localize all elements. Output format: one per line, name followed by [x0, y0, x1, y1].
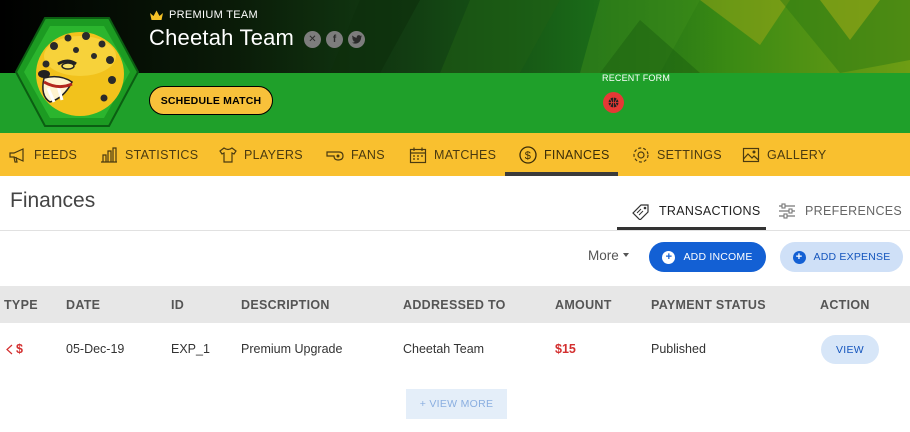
column-header-addressed-to[interactable]: ADDRESSED TO [403, 286, 506, 323]
premium-label: PREMIUM TEAM [169, 9, 258, 21]
nav-label-settings: SETTINGS [657, 147, 722, 162]
schedule-match-button[interactable]: SCHEDULE MATCH [149, 86, 273, 115]
xbox-icon[interactable]: ✕ [304, 31, 321, 48]
add-income-label: ADD INCOME [683, 251, 753, 263]
nav-item-fans[interactable]: FANS [325, 133, 385, 176]
nav-label-gallery: GALLERY [767, 147, 827, 162]
bar-chart-icon [101, 146, 117, 163]
tab-preferences[interactable]: PREFERENCES [777, 196, 902, 226]
plus-circle-icon: + [792, 250, 806, 264]
nav-label-statistics: STATISTICS [125, 147, 199, 162]
tab-transactions[interactable]: TRANSACTIONS [631, 196, 761, 226]
recent-form-label: RECENT FORM [602, 73, 671, 83]
team-header: PREMIUM TEAM Cheetah Team ✕ f SCHEDULE M… [0, 0, 910, 133]
add-expense-button[interactable]: + ADD EXPENSE [780, 242, 903, 272]
column-header-description[interactable]: DESCRIPTION [241, 286, 330, 323]
nav-item-gallery[interactable]: GALLERY [741, 133, 827, 176]
type-cell: $ [6, 338, 23, 360]
tab-label-transactions: TRANSACTIONS [659, 204, 761, 218]
nav-item-feeds[interactable]: FEEDS [8, 133, 77, 176]
expense-arrow-icon [6, 344, 13, 354]
calendar-icon [409, 147, 427, 163]
twitter-icon[interactable] [348, 31, 365, 48]
sliders-icon [779, 203, 795, 219]
tab-label-preferences: PREFERENCES [805, 204, 903, 218]
twitter-bird-icon [351, 35, 362, 44]
column-header-date[interactable]: DATE [66, 286, 100, 323]
page-title: Finances [10, 189, 96, 212]
facebook-icon[interactable]: f [326, 31, 343, 48]
nav-item-matches[interactable]: MATCHES [408, 133, 496, 176]
transaction-type: $ [16, 342, 23, 356]
column-header-type[interactable]: TYPE [4, 286, 38, 323]
view-more-button[interactable]: + VIEW MORE [406, 389, 507, 419]
add-income-button[interactable]: + ADD INCOME [649, 242, 766, 272]
view-button[interactable]: VIEW [821, 335, 879, 364]
nav-label-feeds: FEEDS [34, 147, 78, 162]
megaphone-icon [9, 147, 24, 163]
svg-text:$: $ [525, 150, 531, 162]
nav-item-finances[interactable]: $ FINANCES [518, 133, 610, 176]
payment-status-cell: Published [651, 342, 706, 356]
recent-form-loss-badge[interactable] [603, 92, 624, 113]
addressed-to-cell: Cheetah Team [403, 342, 485, 356]
whistle-icon [326, 150, 344, 161]
team-logo [14, 17, 140, 127]
id-cell: EXP_1 [171, 342, 210, 356]
section-divider [0, 230, 910, 231]
column-header-amount[interactable]: AMOUNT [555, 286, 612, 323]
column-header-id[interactable]: ID [171, 286, 184, 323]
nav-item-statistics[interactable]: STATISTICS [99, 133, 198, 176]
table-header: TYPE DATE ID DESCRIPTION ADDRESSED TO AM… [0, 286, 910, 323]
nav-item-settings[interactable]: SETTINGS [631, 133, 722, 176]
caret-down-icon [622, 252, 629, 257]
description-cell: Premium Upgrade [241, 342, 343, 356]
amount-cell: $15 [555, 342, 576, 356]
dollar-coin-icon: $ [519, 145, 537, 164]
team-name: Cheetah Team [149, 25, 295, 50]
main-nav: FEEDS STATISTICS PLAYERS FANS MATCHES $ … [0, 133, 910, 176]
nav-active-indicator [505, 172, 618, 176]
premium-badge: PREMIUM TEAM [150, 9, 258, 21]
nav-item-players[interactable]: PLAYERS [218, 133, 303, 176]
basketball-icon [608, 97, 619, 108]
image-icon [742, 147, 760, 162]
gear-icon [633, 146, 649, 163]
nav-label-players: PLAYERS [244, 147, 303, 162]
column-header-payment-status[interactable]: PAYMENT STATUS [651, 286, 766, 323]
column-header-action: ACTION [820, 297, 870, 312]
jersey-icon [219, 146, 237, 163]
add-expense-label: ADD EXPENSE [813, 251, 891, 263]
social-links: ✕ f [304, 31, 365, 48]
nav-label-fans: FANS [351, 147, 385, 162]
more-label: More [588, 248, 619, 263]
plus-circle-icon: + [662, 250, 676, 264]
nav-label-matches: MATCHES [434, 147, 497, 162]
nav-label-finances: FINANCES [544, 147, 610, 162]
crown-icon [150, 10, 163, 20]
tag-icon [632, 204, 649, 220]
more-dropdown[interactable]: More [588, 248, 629, 263]
date-cell: 05-Dec-19 [66, 342, 125, 356]
